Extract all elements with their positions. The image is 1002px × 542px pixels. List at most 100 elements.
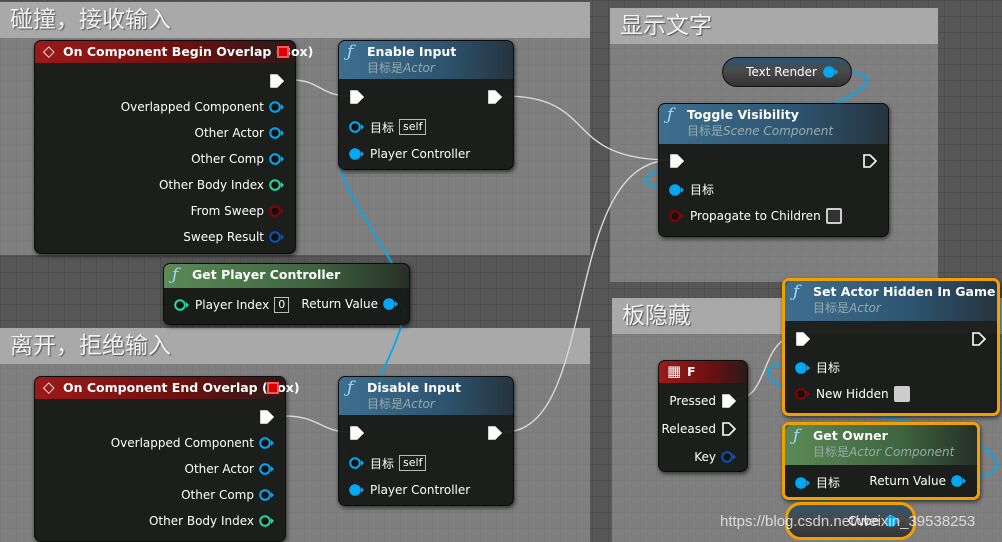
- pin-player-controller[interactable]: Player Controller: [349, 483, 470, 497]
- pin--[interactable]: 目标: [669, 181, 714, 198]
- exec-pin[interactable]: [971, 332, 987, 346]
- output-delegate-icon[interactable]: [277, 46, 289, 58]
- exec-pin[interactable]: [349, 90, 365, 104]
- node-fkey[interactable]: ▦ F Pressed Released Key: [658, 360, 748, 472]
- exec-pin-icon[interactable]: [487, 90, 503, 104]
- checkbox[interactable]: [893, 386, 910, 402]
- exec-pin-icon[interactable]: [487, 426, 503, 440]
- pin-key[interactable]: Key: [694, 450, 737, 464]
- object-pin-icon[interactable]: [269, 100, 285, 114]
- node-gpc[interactable]: ƒ Get Player Controller Player Index 0 Retur…: [163, 263, 410, 325]
- exec-pin-icon[interactable]: [971, 332, 987, 346]
- exec-pin-icon[interactable]: [349, 90, 365, 104]
- node-header[interactable]: ▦ F: [659, 361, 747, 383]
- pin--[interactable]: 目标 self: [349, 455, 427, 472]
- pin-other-comp[interactable]: Other Comp: [181, 488, 275, 502]
- pin-other-actor[interactable]: Other Actor: [195, 126, 285, 140]
- object-pin-icon[interactable]: [259, 436, 275, 450]
- pin--[interactable]: 目标 self: [349, 119, 427, 136]
- exec-wire[interactable]: [503, 159, 673, 433]
- checkbox[interactable]: [825, 208, 842, 224]
- pin-other-actor[interactable]: Other Actor: [185, 462, 275, 476]
- object-pin-icon[interactable]: [269, 126, 285, 140]
- exec-wire[interactable]: [503, 95, 673, 161]
- pin-return-value[interactable]: Return Value: [301, 297, 399, 311]
- default-value-field[interactable]: self: [399, 119, 427, 135]
- int-pin-icon[interactable]: [259, 514, 275, 528]
- exec-pin-icon[interactable]: [259, 410, 275, 424]
- node-header[interactable]: ◇ On Component End Overlap (Box): [35, 377, 300, 399]
- object-pin-icon[interactable]: [349, 456, 365, 470]
- exec-pin-icon[interactable]: [795, 332, 811, 346]
- pin-propagate-to-children[interactable]: Propagate to Children: [669, 208, 842, 224]
- object-pin-icon[interactable]: [795, 361, 811, 375]
- exec-pin[interactable]: [795, 332, 811, 346]
- object-pin-icon[interactable]: [349, 120, 365, 134]
- object-pin-icon[interactable]: [823, 65, 839, 79]
- node-header[interactable]: ƒ Toggle Visibility 目标是Scene Component: [659, 104, 888, 144]
- node-toggle[interactable]: ƒ Toggle Visibility 目标是Scene Component 目标 Pr…: [658, 103, 889, 237]
- pin--[interactable]: 目标: [795, 474, 840, 491]
- object-pin-icon[interactable]: [349, 483, 365, 497]
- exec-pin[interactable]: [862, 154, 878, 168]
- subtitle-target: Scene Component: [723, 124, 834, 138]
- pin-sweep-result[interactable]: Sweep Result: [183, 230, 285, 244]
- pin-overlapped-component[interactable]: Overlapped Component: [111, 436, 275, 450]
- pin-released[interactable]: Released: [661, 422, 737, 436]
- exec-pin[interactable]: [259, 410, 275, 424]
- pin-other-comp[interactable]: Other Comp: [191, 152, 285, 166]
- node-end[interactable]: ◇ On Component End Overlap (Box) Overlappe…: [34, 376, 300, 542]
- bool-pin-icon[interactable]: [795, 387, 811, 401]
- object-pin-icon[interactable]: [383, 297, 399, 311]
- output-delegate-icon[interactable]: [267, 382, 279, 394]
- exec-pin[interactable]: [669, 154, 685, 168]
- node-enable[interactable]: ƒ Enable Input 目标是Actor 目标 self Player Contro…: [338, 40, 514, 170]
- node-begin[interactable]: ◇ On Component Begin Overlap (Box) Overlap…: [34, 40, 313, 254]
- default-value-field[interactable]: self: [399, 455, 427, 471]
- int-pin-icon[interactable]: [174, 298, 190, 312]
- object-pin-icon[interactable]: [951, 474, 967, 488]
- object-pin-icon[interactable]: [259, 462, 275, 476]
- default-value-field[interactable]: 0: [274, 297, 290, 313]
- struct-pin-icon[interactable]: [269, 230, 285, 244]
- pin-player-controller[interactable]: Player Controller: [349, 147, 470, 161]
- bool-pin-icon[interactable]: [269, 204, 285, 218]
- node-hidden[interactable]: ƒ Set Actor Hidden In Game 目标是Actor 目标 New H…: [782, 278, 1000, 416]
- exec-pin-icon[interactable]: [721, 422, 737, 436]
- bool-pin-icon[interactable]: [669, 209, 685, 223]
- exec-pin[interactable]: [487, 426, 503, 440]
- pin-new-hidden[interactable]: New Hidden: [795, 386, 910, 402]
- exec-pin-icon[interactable]: [862, 154, 878, 168]
- object-pin-icon[interactable]: [259, 488, 275, 502]
- node-header[interactable]: ◇ On Component Begin Overlap (Box): [35, 41, 313, 63]
- node-header[interactable]: ƒ Get Owner 目标是Actor Component: [785, 425, 977, 465]
- object-pin-icon[interactable]: [669, 183, 685, 197]
- node-disable[interactable]: ƒ Disable Input 目标是Actor 目标 self Player Contr…: [338, 376, 514, 506]
- exec-pin-icon[interactable]: [349, 426, 365, 440]
- pin-return-value[interactable]: Return Value: [869, 474, 967, 488]
- object-pin-icon[interactable]: [795, 476, 811, 490]
- struct-pin-icon[interactable]: [721, 450, 737, 464]
- exec-pin-icon[interactable]: [669, 154, 685, 168]
- node-owner[interactable]: ƒ Get Owner 目标是Actor Component 目标 Return Val…: [782, 422, 980, 500]
- exec-pin[interactable]: [349, 426, 365, 440]
- object-pin-icon[interactable]: [349, 147, 365, 161]
- node-header[interactable]: ƒ Disable Input 目标是Actor: [339, 377, 513, 415]
- node-header[interactable]: ƒ Enable Input 目标是Actor: [339, 41, 513, 79]
- exec-pin-icon[interactable]: [269, 74, 285, 88]
- pin-other-body-index[interactable]: Other Body Index: [149, 514, 275, 528]
- pin-other-body-index[interactable]: Other Body Index: [159, 178, 285, 192]
- exec-pin[interactable]: [269, 74, 285, 88]
- pin-pressed[interactable]: Pressed: [669, 394, 737, 408]
- exec-pin[interactable]: [487, 90, 503, 104]
- object-pin-icon[interactable]: [269, 152, 285, 166]
- int-pin-icon[interactable]: [269, 178, 285, 192]
- variable-textrender[interactable]: Text Render: [722, 57, 852, 87]
- pin--[interactable]: 目标: [795, 359, 840, 376]
- pin-player-index[interactable]: Player Index 0: [174, 297, 290, 313]
- pin-from-sweep[interactable]: From Sweep: [191, 204, 285, 218]
- pin-overlapped-component[interactable]: Overlapped Component: [121, 100, 285, 114]
- exec-pin-icon[interactable]: [721, 394, 737, 408]
- node-header[interactable]: ƒ Get Player Controller: [164, 264, 409, 288]
- node-header[interactable]: ƒ Set Actor Hidden In Game 目标是Actor: [785, 281, 997, 321]
